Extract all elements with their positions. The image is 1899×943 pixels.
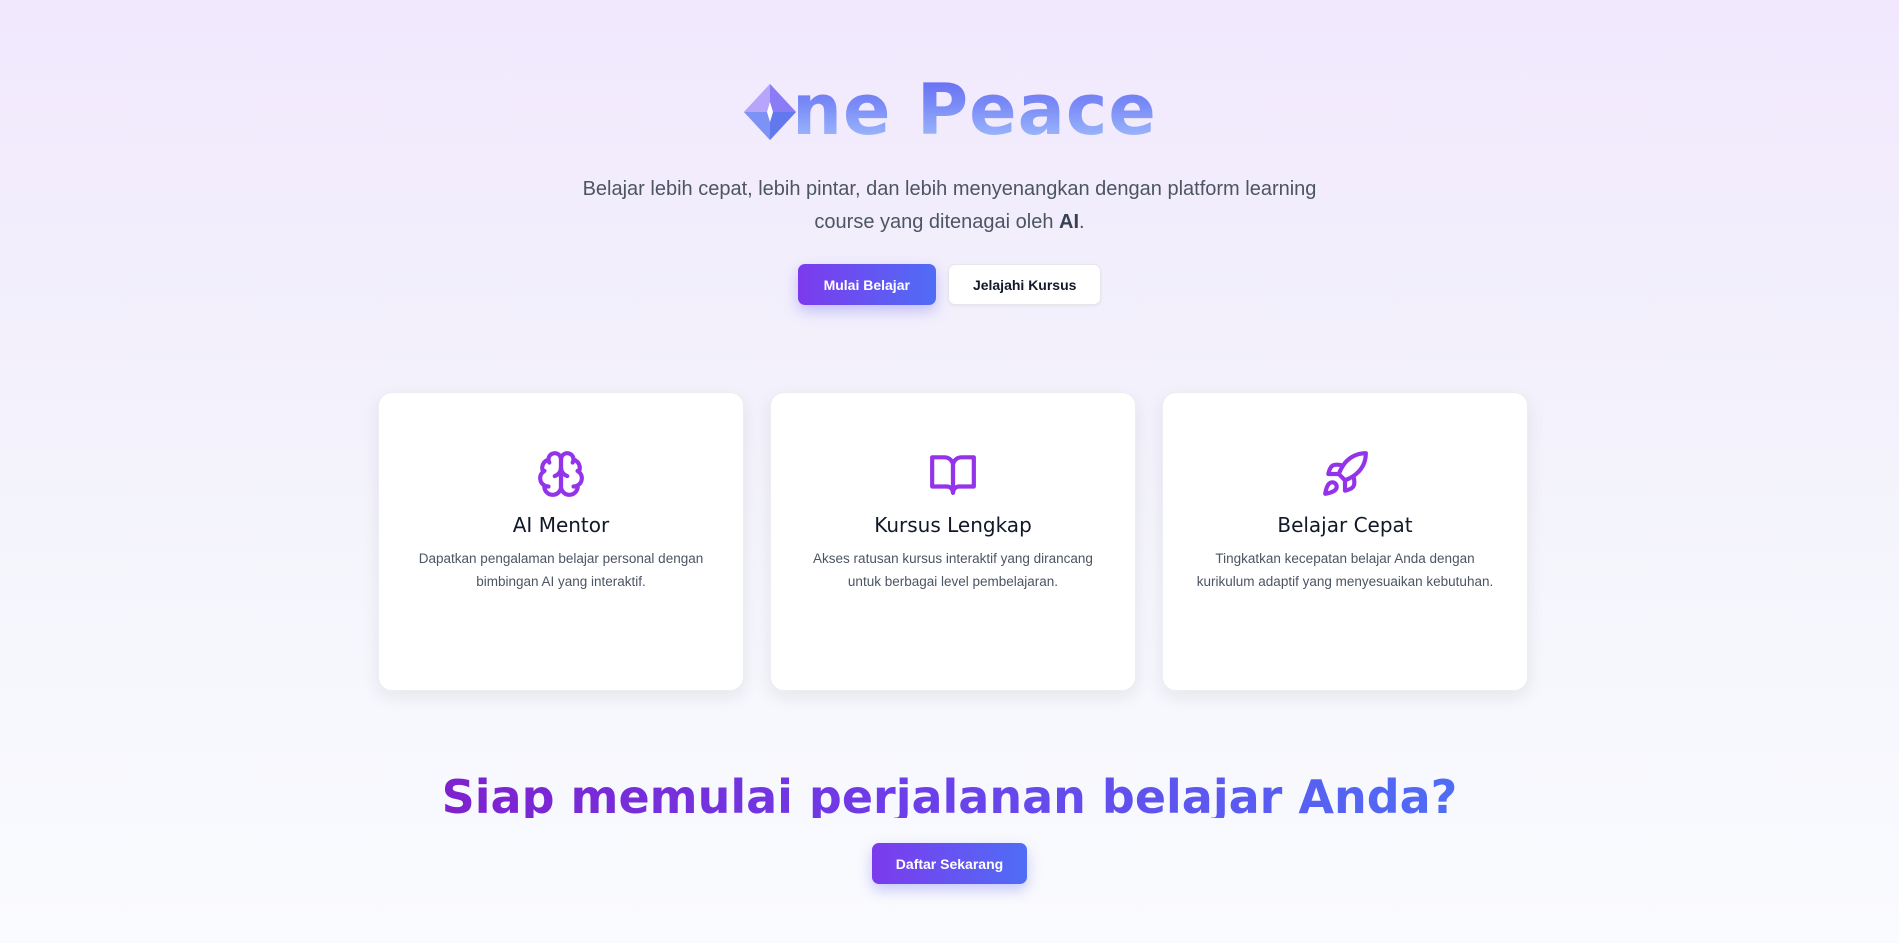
cta-title: Siap memulai perjalanan belajar Anda? — [441, 770, 1458, 818]
hero-subtitle: Belajar lebih cepat, lebih pintar, dan l… — [570, 173, 1330, 239]
feature-card-fast-learning: Belajar Cepat Tingkatkan kecepatan belaj… — [1162, 392, 1528, 691]
feature-cards: AI Mentor Dapatkan pengalaman belajar pe… — [378, 392, 1528, 691]
brand-logo: ne Peace — [742, 72, 1157, 148]
feature-description: Dapatkan pengalaman belajar personal den… — [418, 551, 704, 589]
brand-name: ne Peace — [792, 69, 1157, 151]
cta-section: Siap memulai perjalanan belajar Anda? Da… — [0, 768, 1899, 884]
hero-buttons: Mulai Belajar Jelajahi Kursus — [797, 264, 1102, 305]
feature-description: Akses ratusan kursus interaktif yang dir… — [813, 551, 1093, 589]
hero-subtitle-highlight: AI — [1059, 211, 1080, 233]
feature-title: Belajar Cepat — [1277, 513, 1413, 537]
book-open-icon — [930, 455, 976, 495]
feature-title: AI Mentor — [512, 513, 610, 537]
rocket-icon — [1323, 451, 1368, 496]
hero-section: ne Peace Belajar lebih cepat, lebih pint… — [0, 0, 1899, 305]
brain-icon — [538, 451, 584, 497]
register-now-button[interactable]: Daftar Sekarang — [871, 843, 1028, 884]
hero-subtitle-text: Belajar lebih cepat, lebih pintar, dan l… — [582, 178, 1317, 233]
feature-card-complete-courses: Kursus Lengkap Akses ratusan kursus inte… — [770, 392, 1136, 691]
start-learning-button[interactable]: Mulai Belajar — [797, 264, 936, 305]
explore-courses-button[interactable]: Jelajahi Kursus — [947, 264, 1102, 305]
diamond-logo-icon — [744, 84, 797, 140]
feature-card-ai-mentor: AI Mentor Dapatkan pengalaman belajar pe… — [378, 392, 744, 691]
feature-title: Kursus Lengkap — [874, 513, 1032, 537]
hero-subtitle-end: . — [1079, 211, 1085, 233]
feature-description: Tingkatkan kecepatan belajar Anda dengan… — [1196, 551, 1494, 589]
